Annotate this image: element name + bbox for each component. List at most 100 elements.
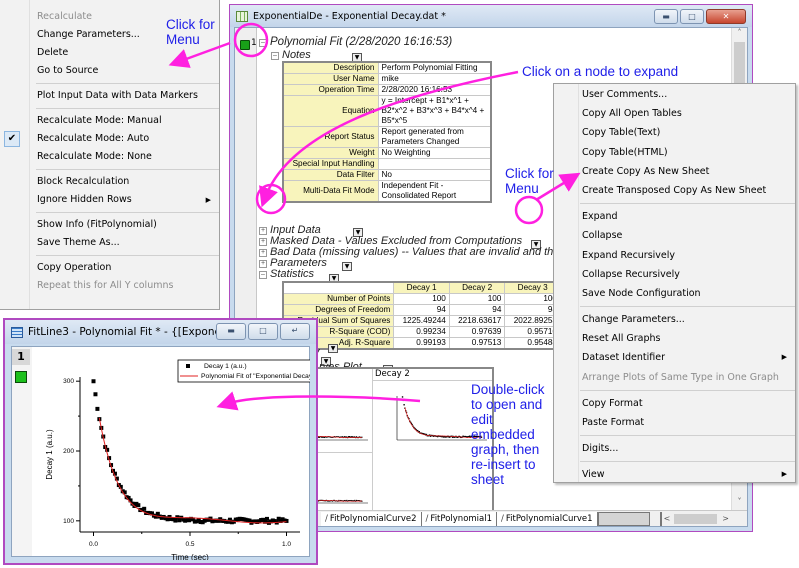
hscroll-thumb[interactable] [673, 513, 717, 524]
stats-cell[interactable]: 0.97513 [448, 337, 506, 350]
scroll-down-arrow[interactable]: ˅ [732, 497, 747, 510]
right-item-copy-table-text[interactable]: Copy Table(Text) [554, 123, 795, 142]
left-item-recalculate-mode-auto[interactable]: ✔ Recalculate Mode: Auto [0, 130, 219, 148]
notes-key: Description [282, 61, 379, 74]
notes-key: Equation [282, 95, 379, 127]
right-item-copy-table-html[interactable]: Copy Table(HTML) [554, 143, 795, 162]
sheet-tab-blank[interactable] [597, 511, 650, 526]
left-item-recalculate-mode-manual[interactable]: Recalculate Mode: Manual [0, 112, 219, 130]
notes-value[interactable]: Report generated from Parameters Changed [377, 126, 492, 148]
node-statistics[interactable]: – Statistics [259, 268, 314, 280]
annotation-click-for-menu: Click for Menu [166, 17, 215, 47]
workbook-titlebar[interactable]: ExponentialDe - Exponential Decay.dat * … [230, 5, 752, 27]
scroll-up-arrow[interactable]: ˄ [732, 28, 747, 41]
maximize-button[interactable]: □ [680, 9, 704, 24]
right-item-collapse-recursively[interactable]: Collapse Recursively [554, 265, 795, 284]
left-item-block-recalculation[interactable]: Block Recalculation [0, 173, 219, 191]
y-axis-label: Decay 1 (a.u.) [45, 429, 54, 480]
layer-1-tab[interactable]: 1 [12, 349, 30, 365]
close-button[interactable]: ✕ [706, 9, 746, 24]
notes-value[interactable]: y = Intercept + B1*x^1 + B2*x^2 + B3*x^3… [377, 95, 492, 127]
expand-icon[interactable]: + [259, 227, 267, 235]
parameters-dropdown-button[interactable]: ▼ [342, 262, 352, 271]
scroll-left-arrow[interactable]: < [664, 512, 671, 526]
collapse-icon[interactable]: – [259, 39, 267, 47]
sheet-tab-fitpolynomialcurve2[interactable]: FitPolynomialCurve2 [321, 511, 422, 526]
left-item-show-info-fitpolynomial[interactable]: Show Info (FitPolynomial) [0, 216, 219, 234]
right-item-dataset-identifier[interactable]: Dataset Identifier ▶ [554, 348, 795, 367]
decay-plot[interactable]: 0.0 0.5 1.0 100 200 300 Time (sec) Decay 1 (a.u… [32, 347, 310, 560]
stats-cell[interactable]: 0.99234 [393, 326, 450, 338]
left-item-ignore-hidden-rows[interactable]: Ignore Hidden Rows ▶ [0, 191, 219, 209]
maximize-button[interactable]: □ [248, 323, 278, 340]
embedded-graph-decay1-plot[interactable] [318, 382, 372, 452]
stats-row: R-Square (COD) 0.99234 0.97639 0.95716 [282, 326, 562, 338]
sheet-tab-fitpolynomialcurve1[interactable]: FitPolynomialCurve1 [497, 511, 598, 526]
expand-icon[interactable]: + [259, 260, 267, 268]
stats-cell[interactable]: 94 [393, 304, 450, 316]
expand-icon[interactable]: + [259, 238, 267, 246]
left-item-save-theme-as[interactable]: Save Theme As... [0, 234, 219, 252]
minimize-button[interactable]: ▬ [654, 9, 678, 24]
horizontal-scrollbar[interactable]: < > [659, 511, 747, 526]
notes-value[interactable]: No [377, 169, 492, 181]
checkmark-icon: ✔ [4, 131, 20, 147]
graph-icon [11, 326, 23, 338]
stats-cell[interactable]: 2218.63617 [448, 315, 506, 327]
collapse-icon[interactable]: – [271, 52, 279, 60]
summary-dropdown-button[interactable]: ▼ [328, 344, 338, 353]
notes-value[interactable]: 2/28/2020 16:16:53 [377, 84, 492, 96]
left-item-repeat-this-for-all-y-columns[interactable]: Repeat this for All Y columns [0, 277, 219, 295]
menu-separator [36, 169, 219, 170]
notes-value[interactable]: mike [377, 73, 492, 85]
menu-item-label: Expand Recursively [582, 249, 676, 261]
legend-entry: Decay 1 (a.u.) [204, 363, 247, 370]
lock-icon[interactable] [240, 40, 250, 50]
collapse-icon[interactable]: – [259, 271, 267, 279]
right-item-digits[interactable]: Digits... [554, 439, 795, 458]
right-item-expand[interactable]: Expand [554, 207, 795, 226]
right-item-reset-all-graphs[interactable]: Reset All Graphs [554, 329, 795, 348]
stats-cell[interactable]: 100 [448, 293, 506, 305]
right-item-copy-all-open-tables[interactable]: Copy All Open Tables [554, 104, 795, 123]
graph-titlebar[interactable]: FitLine3 - Polynomial Fit * - {[Exponent… [5, 320, 316, 344]
sheet-tab-fitpolynomial1[interactable]: FitPolynomial1 [421, 511, 498, 526]
data-point [403, 404, 405, 406]
right-item-arrange-plots-of-same-type-in-one-graph[interactable]: Arrange Plots of Same Type in One Graph [554, 368, 795, 387]
stats-cell[interactable]: 0.97639 [448, 326, 506, 338]
embedded-graph-decay3-plot[interactable] [318, 459, 372, 515]
left-item-go-to-source[interactable]: Go to Source [0, 62, 219, 80]
menu-separator [580, 389, 795, 391]
right-item-collapse[interactable]: Collapse [554, 226, 795, 245]
right-item-save-node-configuration[interactable]: Save Node Configuration [554, 284, 795, 303]
right-item-copy-format[interactable]: Copy Format [554, 394, 795, 413]
minimize-button[interactable]: ▬ [216, 323, 246, 340]
stats-cell[interactable]: 100 [393, 293, 450, 305]
left-item-copy-operation[interactable]: Copy Operation [0, 259, 219, 277]
stats-cell[interactable]: 1225.49244 [393, 315, 450, 327]
right-item-expand-recursively[interactable]: Expand Recursively [554, 246, 795, 265]
notes-value[interactable]: Perform Polynomial Fitting [377, 61, 492, 74]
node-report-root[interactable]: – Polynomial Fit (2/28/2020 16:16:53) [259, 36, 452, 48]
expand-icon[interactable]: + [259, 249, 267, 257]
notes-value[interactable]: Independent Fit - Consolidated Report [377, 180, 492, 203]
stats-cell[interactable]: 0.99193 [393, 337, 450, 350]
node-notes[interactable]: – Notes [271, 49, 311, 61]
notes-value[interactable]: No Weighting [377, 147, 492, 159]
left-item-plot-input-data-with-data-markers[interactable]: Plot Input Data with Data Markers [0, 87, 219, 105]
right-item-user-comments[interactable]: User Comments... [554, 85, 795, 104]
notes-value[interactable] [377, 158, 492, 170]
reinsert-button[interactable]: ↵ [280, 323, 310, 340]
right-item-paste-format[interactable]: Paste Format [554, 413, 795, 432]
right-item-change-parameters[interactable]: Change Parameters... [554, 310, 795, 329]
graph-window: FitLine3 - Polynomial Fit * - {[Exponent… [3, 318, 318, 565]
lock-icon[interactable] [15, 371, 27, 383]
scroll-right-arrow[interactable]: > [722, 512, 729, 526]
stats-cell[interactable]: 94 [448, 304, 506, 316]
right-item-create-transposed-copy-as-new-sheet[interactable]: Create Transposed Copy As New Sheet [554, 181, 795, 200]
right-item-view[interactable]: View ▶ [554, 465, 795, 484]
left-item-recalculate-mode-none[interactable]: Recalculate Mode: None [0, 148, 219, 166]
right-item-create-copy-as-new-sheet[interactable]: Create Copy As New Sheet [554, 162, 795, 181]
menu-separator [580, 306, 795, 308]
notes-key: User Name [282, 73, 379, 85]
